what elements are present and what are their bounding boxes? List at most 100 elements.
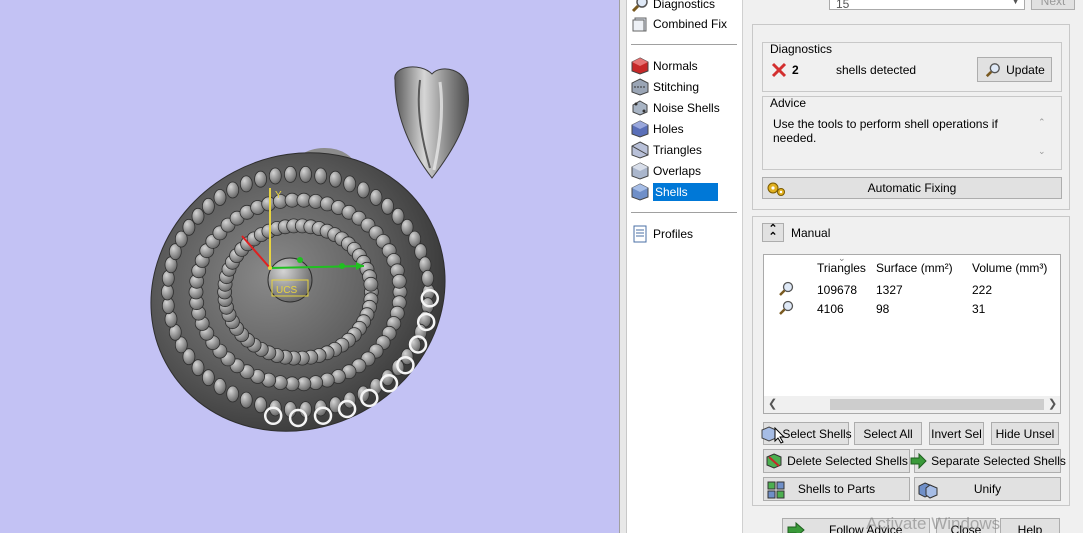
shells-to-parts-button[interactable]: Shells to Parts [763,477,910,501]
update-button[interactable]: Update [977,57,1052,82]
shell-count: 2 [792,63,799,77]
unify-cubes-icon [918,482,938,499]
sort-arrow-icon: ⌄ [838,254,846,263]
pin-post [328,170,342,188]
separator [631,212,737,213]
mouse-cursor-icon [774,427,786,444]
pin-post [343,175,357,193]
magnifier-icon [631,0,648,13]
unify-button[interactable]: Unify [914,477,1061,501]
tool-item-profiles[interactable]: Profiles [631,224,739,244]
tool-item-diagnostics[interactable]: Diagnostics [631,0,739,14]
advice-text: Use the tools to perform shell operation… [773,117,998,145]
magnifier-icon [985,62,1001,77]
overlaps-cube-icon [631,162,649,180]
tool-item-holes[interactable]: Holes [631,119,739,139]
next-button[interactable]: Next [1031,0,1075,10]
normals-cube-icon [631,57,649,75]
table-row[interactable]: 109678 1327 222 [764,280,1060,299]
advice-title: Advice [770,96,807,110]
triangles-cube-icon [631,141,649,159]
parts-cubes-icon [767,481,785,499]
gears-icon [767,182,785,196]
arrow-right-icon [787,522,805,533]
combined-fix-icon [632,17,647,32]
pin-post [239,391,253,409]
scroll-right-icon[interactable]: ❯ [1048,397,1057,410]
scrollbar-thumb[interactable] [830,399,1044,410]
pin-post [356,181,370,199]
close-button[interactable]: Close [936,518,996,533]
pin-post [254,396,268,414]
horizontal-scrollbar[interactable]: ❮ ❯ [764,396,1060,413]
ucs-label: UCS [276,285,297,296]
delete-selected-shells-button[interactable]: Delete Selected Shells [763,449,910,473]
pin-post [226,385,240,403]
pin-post [369,189,383,206]
pin-post [381,197,395,215]
shells-table[interactable]: Triangles ⌄ Surface (mm²) Volume (mm³) 1… [763,254,1061,414]
shell-count-dropdown[interactable]: 15 ▼ [829,0,1025,11]
tool-item-normals[interactable]: Normals [631,56,739,76]
cell-volume: 222 [972,283,993,297]
scroll-up-icon[interactable]: ⌃ [1038,117,1046,128]
tool-item-combined-fix[interactable]: Combined Fix [631,14,739,34]
follow-advice-button[interactable]: Follow Advice [782,518,930,533]
pin-post [283,165,297,183]
small-shell-model [394,66,470,179]
manual-title: Manual [791,226,831,240]
holes-cube-icon [631,120,649,138]
diagnostics-title: Diagnostics [770,42,833,56]
pin-post [226,181,240,199]
tool-item-stitching[interactable]: Stitching [631,77,739,97]
cell-surface: 1327 [876,283,903,297]
tool-list: Diagnostics Combined Fix Normals Stitchi… [626,0,742,533]
pin-post [314,167,328,185]
table-row[interactable]: 4106 98 31 [764,299,1060,318]
pin-post [299,165,313,183]
help-button[interactable]: Help [1000,518,1060,533]
invert-selection-button[interactable]: Invert Sel [929,422,984,445]
column-header-volume[interactable]: Volume (mm³) [972,261,1047,275]
magnifier-icon [779,300,794,315]
3d-viewport[interactable]: Y UCS [0,0,619,533]
separate-selected-shells-button[interactable]: Separate Selected Shells [910,449,1066,473]
cell-volume: 31 [972,302,986,316]
pin-post [213,378,227,395]
pin-post [191,207,205,225]
pin-post [201,197,215,215]
separate-arrow-icon [910,453,927,469]
diagnostics-status: shells detected [836,63,917,77]
stitching-cube-icon [631,78,649,96]
collapse-button[interactable]: ⌃ ⌃ [762,223,784,242]
scroll-down-icon[interactable]: ⌄ [1038,146,1046,157]
shells-cube-icon [631,183,649,201]
panel-splitter[interactable] [619,0,626,533]
cell-surface: 98 [876,302,890,316]
tool-item-overlaps[interactable]: Overlaps [631,161,739,181]
magnifier-icon [779,281,794,296]
model-scene: Y UCS [150,66,470,432]
noise-shells-icon [632,100,648,116]
pin-post [213,189,227,206]
tool-item-triangles[interactable]: Triangles [631,140,739,160]
column-header-surface[interactable]: Surface (mm²) [876,261,953,275]
profiles-document-icon [633,225,647,243]
delete-cube-icon [766,453,782,469]
scroll-left-icon[interactable]: ❮ [768,397,777,410]
pin-post [201,369,215,387]
cell-triangles: 4106 [817,302,844,316]
pin-post [421,269,435,287]
automatic-fixing-button[interactable]: Automatic Fixing [762,177,1062,199]
pin-post [254,170,268,188]
pin-post [239,175,253,193]
svg-text:Y: Y [275,190,282,201]
chevron-down-icon: ▼ [1011,0,1020,6]
tool-item-shells[interactable]: Shells [631,182,739,202]
error-x-icon [771,62,787,78]
separator [631,44,737,45]
tool-item-noise-shells[interactable]: Noise Shells [631,98,739,118]
hide-unselected-button[interactable]: Hide Unsel [991,422,1059,445]
select-all-button[interactable]: Select All [854,422,922,445]
pin-post [363,276,379,292]
